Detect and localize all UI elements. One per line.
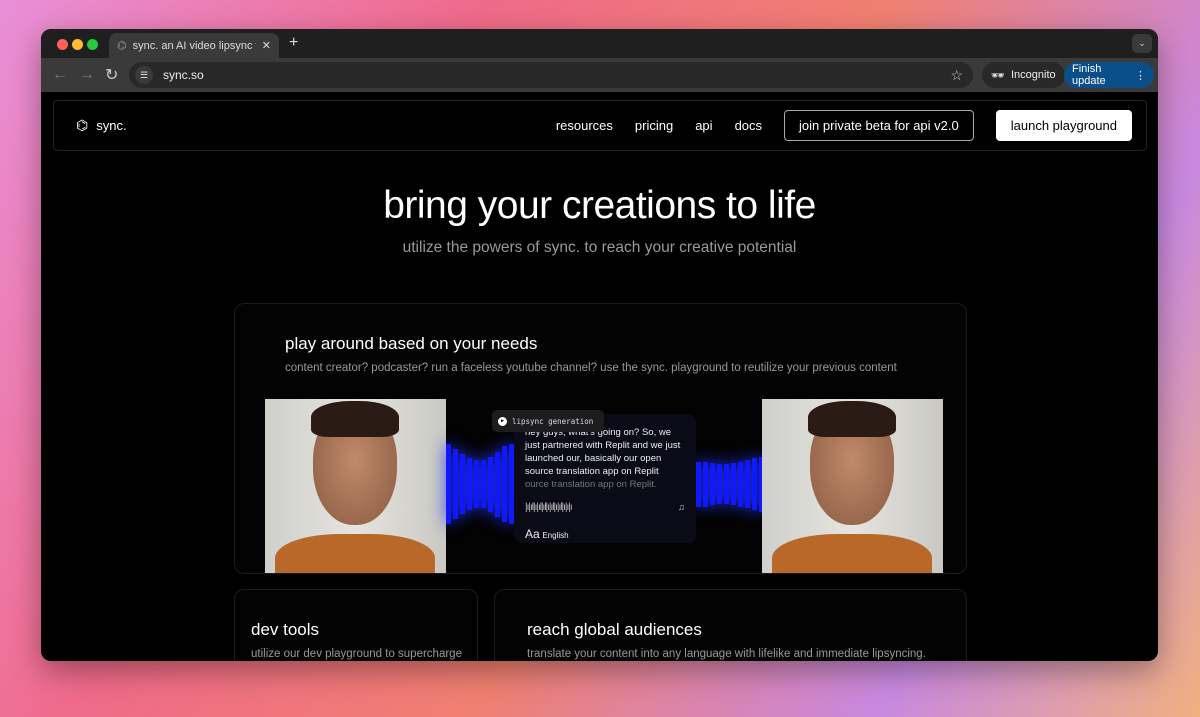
nav-link-resources[interactable]: resources	[556, 118, 613, 133]
browser-tab[interactable]: ⌬ sync. an AI video lipsync tool ✕	[109, 33, 279, 58]
minimize-window-button[interactable]	[72, 39, 83, 50]
transcript-faded-text: ource translation app on Replit.	[525, 479, 657, 490]
nav-link-pricing[interactable]: pricing	[635, 118, 673, 133]
text-format-icon: Aa	[525, 527, 540, 541]
incognito-icon: 🕶	[991, 69, 1005, 82]
maximize-window-button[interactable]	[87, 39, 98, 50]
transcript-card: hey guys, what's going on? So, we just p…	[514, 414, 696, 543]
global-audiences-card: reach global audiences translate your co…	[494, 589, 967, 661]
card-subtitle: utilize our dev playground to supercharg…	[251, 648, 462, 660]
hero-subtitle: utilize the powers of sync. to reach you…	[402, 239, 797, 256]
tab-title: sync. an AI video lipsync tool	[132, 39, 256, 52]
card-title: play around based on your needs	[285, 334, 538, 353]
url-text: sync.so	[163, 68, 204, 82]
hero-title: bring your creations to life	[383, 184, 816, 227]
dev-tools-card: dev tools utilize our dev playground to …	[234, 589, 478, 661]
new-tab-icon[interactable]: +	[289, 34, 298, 52]
browser-window: ⌬ sync. an AI video lipsync tool ✕ + ⌄ ←…	[41, 29, 1158, 661]
lipsync-generation-badge[interactable]: ▶ lipsync generation	[492, 410, 604, 432]
play-icon: ▶	[498, 416, 507, 426]
forward-icon[interactable]: →	[79, 66, 95, 84]
card-subtitle: translate your content into any language…	[527, 648, 926, 660]
nav-link-docs[interactable]: docs	[735, 118, 762, 133]
join-beta-button[interactable]: join private beta for api v2.0	[784, 110, 974, 141]
update-label: Finish update	[1072, 63, 1106, 87]
incognito-label: Incognito	[1010, 69, 1056, 81]
close-tab-icon[interactable]: ✕	[262, 39, 271, 52]
nav-link-api[interactable]: api	[695, 118, 712, 133]
toolbar: ← → ↻ ☰ sync.so ☆ 🕶 Incognito Finish upda…	[41, 58, 1158, 92]
sync-favicon-icon: ⌬	[117, 40, 127, 52]
site-settings-icon[interactable]: ☰	[135, 66, 153, 84]
close-window-button[interactable]	[57, 39, 68, 50]
audio-waveform-left	[446, 444, 514, 524]
voice-waveform: |ı|ıl|ı|ıl|ıl|ı|ıl|ı|ıl|ı|ı|ı ♫	[525, 501, 685, 514]
finish-update-button[interactable]: Finish update ⋮	[1064, 62, 1154, 88]
card-subtitle: content creator? podcaster? run a facele…	[285, 362, 897, 374]
tab-search-icon[interactable]: ⌄	[1132, 34, 1152, 53]
original-video-thumbnail	[265, 399, 446, 573]
launch-playground-button[interactable]: launch playground	[995, 110, 1132, 141]
playlist-music-icon[interactable]: ♫	[678, 501, 685, 514]
card-title: dev tools	[251, 620, 320, 639]
site-nav: ⌬ sync. resources pricing api docs join …	[53, 100, 1147, 151]
more-menu-icon: ⋮	[1135, 69, 1146, 82]
back-icon[interactable]: ←	[52, 66, 68, 84]
badge-label: lipsync generation	[512, 416, 594, 426]
playground-card: play around based on your needs content …	[234, 303, 967, 574]
language-label[interactable]: English	[542, 531, 568, 540]
transcript-text: hey guys, what's going on? So, we just p…	[525, 427, 681, 477]
audio-waveform-right	[696, 444, 764, 524]
site-logo[interactable]: sync.	[96, 118, 126, 133]
reload-icon[interactable]: ↻	[105, 65, 118, 85]
lipsynced-video-thumbnail	[762, 399, 943, 573]
sync-logo-icon[interactable]: ⌬	[76, 117, 88, 134]
bookmark-star-icon[interactable]: ☆	[950, 67, 963, 84]
card-title: reach global audiences	[527, 620, 702, 639]
incognito-badge[interactable]: 🕶 Incognito	[982, 62, 1065, 88]
tab-bar: ⌬ sync. an AI video lipsync tool ✕ + ⌄	[41, 29, 1158, 58]
address-bar[interactable]: ☰ sync.so ☆	[129, 62, 973, 88]
